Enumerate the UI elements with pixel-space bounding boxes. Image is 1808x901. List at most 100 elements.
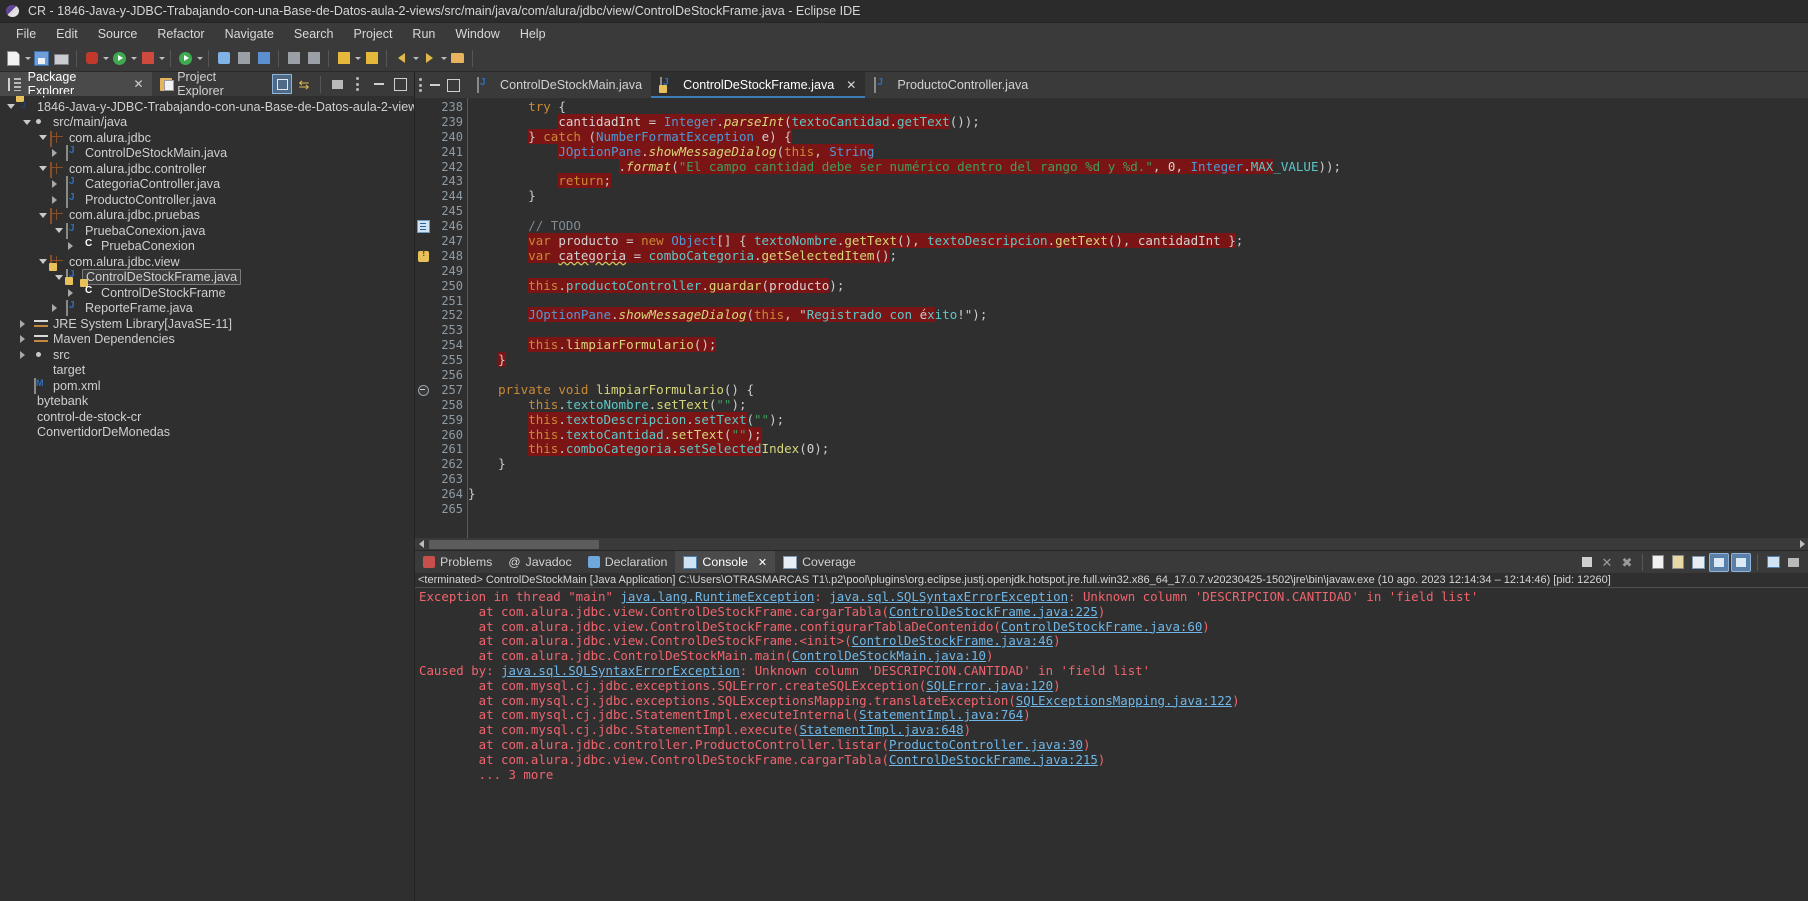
menu-window[interactable]: Window (445, 25, 509, 43)
editor-tab-controldestockmain[interactable]: ControlDeStockMain.java (468, 72, 651, 98)
tree-item[interactable]: 1846-Java-y-JDBC-Trabajando-con-una-Base… (0, 96, 414, 115)
editor-minimize-icon[interactable] (430, 84, 440, 86)
tree-item[interactable]: ProductoController.java (0, 191, 414, 208)
console-line[interactable]: at com.alura.jdbc.view.ControlDeStockFra… (415, 752, 1808, 768)
forward-dropdown[interactable] (440, 49, 447, 68)
coverage-dropdown[interactable] (158, 49, 165, 68)
menu-edit[interactable]: Edit (46, 25, 88, 43)
debug-dropdown[interactable] (102, 49, 109, 68)
tab-package-explorer[interactable]: Package Explorer ✕ (0, 70, 152, 98)
tree-item[interactable]: control-de-stock-cr (0, 409, 414, 425)
todo-marker-icon[interactable] (415, 219, 431, 234)
tab-console[interactable]: Console ✕ (675, 551, 776, 573)
view-menu-dots-icon[interactable] (349, 75, 367, 93)
tab-coverage[interactable]: Coverage (775, 551, 864, 573)
chevron-right-icon[interactable] (52, 304, 66, 313)
open-console-icon[interactable] (1764, 554, 1782, 571)
menu-search[interactable]: Search (284, 25, 344, 43)
print-button[interactable] (52, 49, 71, 68)
toggle-mark-occurrences-button[interactable] (304, 49, 323, 68)
console-output[interactable]: Exception in thread "main" java.lang.Run… (415, 588, 1808, 901)
view-menu-icon[interactable] (328, 75, 346, 93)
collapse-all-icon[interactable] (272, 74, 292, 94)
back-button[interactable] (392, 49, 411, 68)
coverage-button[interactable] (138, 49, 157, 68)
menu-project[interactable]: Project (344, 25, 403, 43)
tree-item[interactable]: PruebaConexion (0, 239, 414, 255)
remove-launch-icon[interactable]: ✕ (1598, 554, 1616, 571)
chevron-down-icon[interactable] (36, 135, 50, 141)
new-class-button[interactable] (254, 49, 273, 68)
console-line[interactable]: Caused by: java.sql.SQLSyntaxErrorExcept… (415, 663, 1808, 679)
pin-editor-button[interactable] (448, 49, 467, 68)
console-line[interactable]: at com.alura.jdbc.ControlDeStockMain.mai… (415, 648, 1808, 664)
show-console-on-output-icon[interactable] (1689, 554, 1707, 571)
minimize-icon[interactable] (370, 75, 388, 93)
editor-horizontal-scrollbar[interactable] (415, 538, 1808, 550)
console-line[interactable]: at com.mysql.cj.jdbc.exceptions.SQLError… (415, 678, 1808, 694)
tree-item[interactable]: ControlDeStockMain.java (0, 145, 414, 162)
run-dropdown[interactable] (130, 49, 137, 68)
menu-refactor[interactable]: Refactor (147, 25, 214, 43)
chevron-down-icon[interactable] (52, 274, 66, 280)
editor-menu-dots-icon[interactable] (419, 78, 423, 92)
warning-marker-icon[interactable] (415, 249, 431, 264)
source-text[interactable]: try { cantidadInt = Integer.parseInt(tex… (468, 98, 1808, 538)
tab-declaration[interactable]: Declaration (580, 551, 676, 573)
tree-item[interactable]: target (0, 363, 414, 379)
console-line[interactable]: at com.alura.jdbc.view.ControlDeStockFra… (415, 604, 1808, 620)
pin-console-icon[interactable] (1709, 552, 1729, 572)
previous-annotation-button[interactable] (362, 49, 381, 68)
chevron-right-icon[interactable] (20, 335, 34, 344)
menu-help[interactable]: Help (510, 25, 556, 43)
annotation-ruler[interactable] (415, 98, 431, 538)
open-type-button[interactable] (284, 49, 303, 68)
chevron-down-icon[interactable] (52, 228, 66, 234)
tab-javadoc[interactable]: @ Javadoc (500, 551, 579, 573)
tree-item[interactable]: src (0, 347, 414, 363)
tree-item[interactable]: com.alura.jdbc.controller (0, 161, 414, 178)
chevron-down-icon[interactable] (36, 212, 50, 218)
clear-console-icon[interactable] (1649, 554, 1667, 571)
console-line[interactable]: at com.mysql.cj.jdbc.StatementImpl.execu… (415, 722, 1808, 738)
collapse-fold-icon[interactable] (415, 383, 431, 398)
tab-project-explorer[interactable]: Project Explorer (152, 70, 272, 98)
console-line[interactable]: at com.alura.jdbc.view.ControlDeStockFra… (415, 633, 1808, 649)
tree-item[interactable]: ConvertidorDeMonedas (0, 425, 414, 441)
next-annotation-dropdown[interactable] (354, 49, 361, 68)
code-view[interactable]: 2382392402412422432442452462472482492502… (415, 98, 1808, 538)
scroll-right-icon[interactable] (1796, 538, 1808, 550)
console-line[interactable]: at com.alura.jdbc.view.ControlDeStockFra… (415, 619, 1808, 635)
chevron-right-icon[interactable] (52, 180, 66, 189)
chevron-down-icon[interactable] (36, 166, 50, 172)
chevron-down-icon[interactable] (20, 119, 34, 125)
scroll-lock-icon[interactable] (1669, 554, 1687, 571)
close-icon[interactable]: ✕ (758, 556, 767, 569)
chevron-right-icon[interactable] (20, 319, 34, 328)
remove-all-terminated-icon[interactable]: ✖ (1618, 554, 1636, 571)
chevron-right-icon[interactable] (68, 242, 82, 251)
tree-item[interactable]: ControlDeStockFrame.java (0, 269, 414, 286)
chevron-right-icon[interactable] (20, 350, 34, 359)
editor-tab-controldestockframe[interactable]: ControlDeStockFrame.java ✕ (651, 72, 866, 98)
save-button[interactable] (32, 49, 51, 68)
external-tools-dropdown[interactable] (196, 49, 203, 68)
external-tools-button[interactable] (176, 49, 195, 68)
editor-maximize-icon[interactable] (447, 78, 460, 92)
tree-item[interactable]: CategoriaController.java (0, 176, 414, 193)
chevron-right-icon[interactable] (68, 288, 82, 297)
terminate-icon[interactable] (1578, 554, 1596, 571)
new-dropdown[interactable] (24, 49, 31, 68)
tree-item[interactable]: com.alura.jdbc.pruebas (0, 208, 414, 225)
tree-item[interactable]: PruebaConexion.java (0, 222, 414, 239)
back-dropdown[interactable] (412, 49, 419, 68)
tab-problems[interactable]: Problems (415, 551, 500, 573)
tree-item[interactable]: ControlDeStockFrame (0, 278, 414, 301)
console-line[interactable]: at com.alura.jdbc.controller.ProductoCon… (415, 737, 1808, 753)
new-java-project-button[interactable] (214, 49, 233, 68)
forward-button[interactable] (420, 49, 439, 68)
tree-item[interactable]: bytebank (0, 394, 414, 410)
close-icon[interactable]: ✕ (846, 78, 856, 92)
project-tree[interactable]: 1846-Java-y-JDBC-Trabajando-con-una-Base… (0, 96, 414, 901)
console-view-menu-icon[interactable] (1784, 554, 1802, 571)
